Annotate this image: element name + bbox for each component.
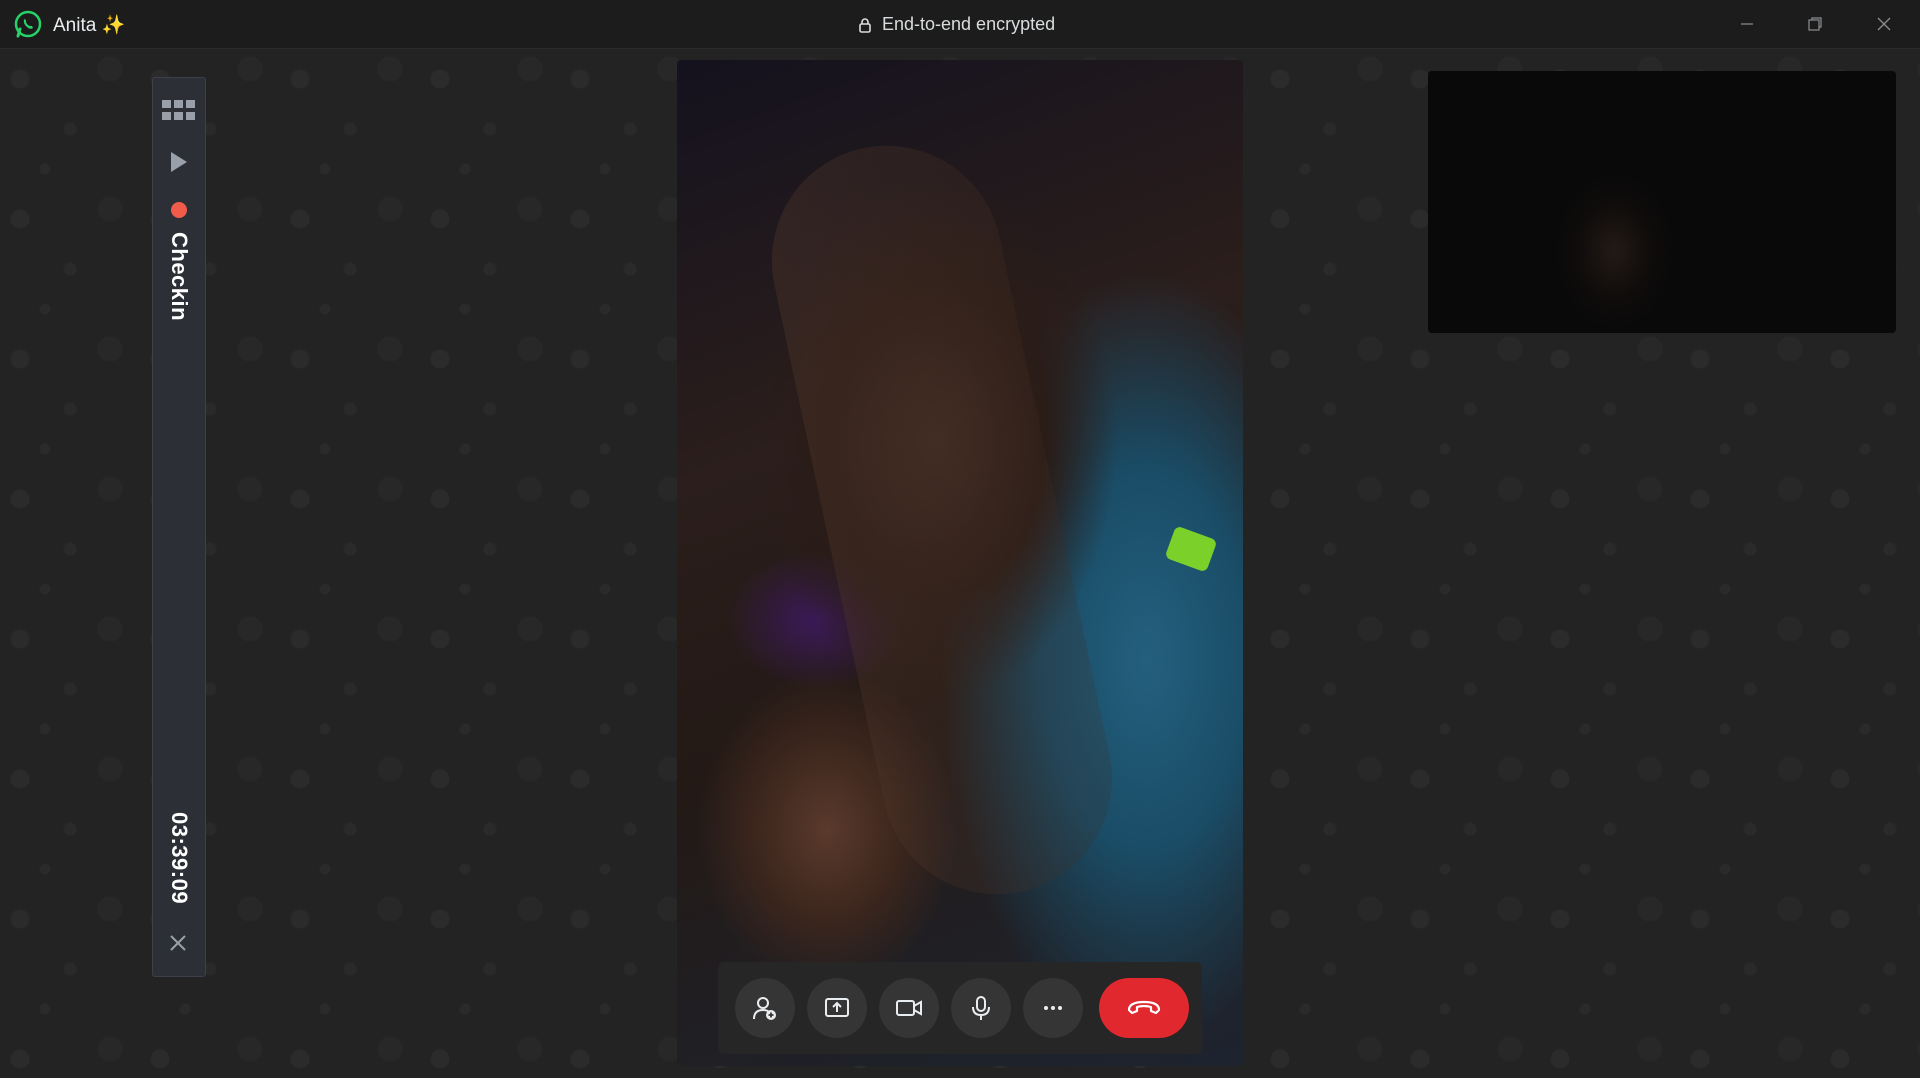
self-video-preview[interactable]: [1428, 71, 1896, 333]
end-call-button[interactable]: [1099, 978, 1189, 1038]
lock-icon: [859, 17, 871, 33]
restore-icon: [1808, 17, 1822, 31]
sparkles-emoji: ✨: [101, 15, 126, 36]
share-screen-button[interactable]: [807, 978, 867, 1038]
contact-name-text: Anita: [53, 15, 97, 36]
grid-icon[interactable]: [162, 100, 196, 122]
remote-video-feed: [677, 60, 1243, 1066]
record-dot-icon: [171, 202, 187, 218]
end-call-icon: [1127, 1000, 1161, 1015]
restore-button[interactable]: [1781, 0, 1849, 48]
video-toggle-button[interactable]: [879, 978, 939, 1038]
encryption-status: End-to-end encrypted: [858, 14, 1055, 35]
more-options-icon: [1044, 1006, 1062, 1010]
recorder-panel: Checkin 03:39:09: [152, 77, 206, 977]
contact-name: Anita ✨: [53, 13, 125, 37]
video-content: [750, 124, 1134, 916]
whatsapp-logo-icon: [14, 10, 42, 38]
microphone-icon: [972, 996, 990, 1020]
close-window-button[interactable]: [1850, 0, 1918, 48]
close-icon: [1877, 17, 1891, 31]
title-bar: Anita ✨ End-to-end encrypted: [0, 0, 1920, 49]
share-screen-icon: [825, 998, 849, 1017]
encryption-label: End-to-end encrypted: [882, 14, 1056, 34]
more-options-button[interactable]: [1023, 978, 1083, 1038]
microphone-toggle-button[interactable]: [951, 978, 1011, 1038]
add-participant-icon: [753, 997, 776, 1020]
minimize-icon: [1741, 23, 1753, 25]
close-icon[interactable]: [168, 933, 188, 953]
recorder-elapsed-time: 03:39:09: [167, 812, 192, 905]
play-icon[interactable]: [169, 150, 189, 174]
video-content-object: [1164, 525, 1218, 573]
video-camera-icon: [896, 1000, 922, 1016]
recorder-label: Checkin: [167, 232, 192, 322]
add-participant-button[interactable]: [735, 978, 795, 1038]
call-controls-bar: [718, 962, 1202, 1054]
minimize-button[interactable]: [1713, 0, 1781, 48]
